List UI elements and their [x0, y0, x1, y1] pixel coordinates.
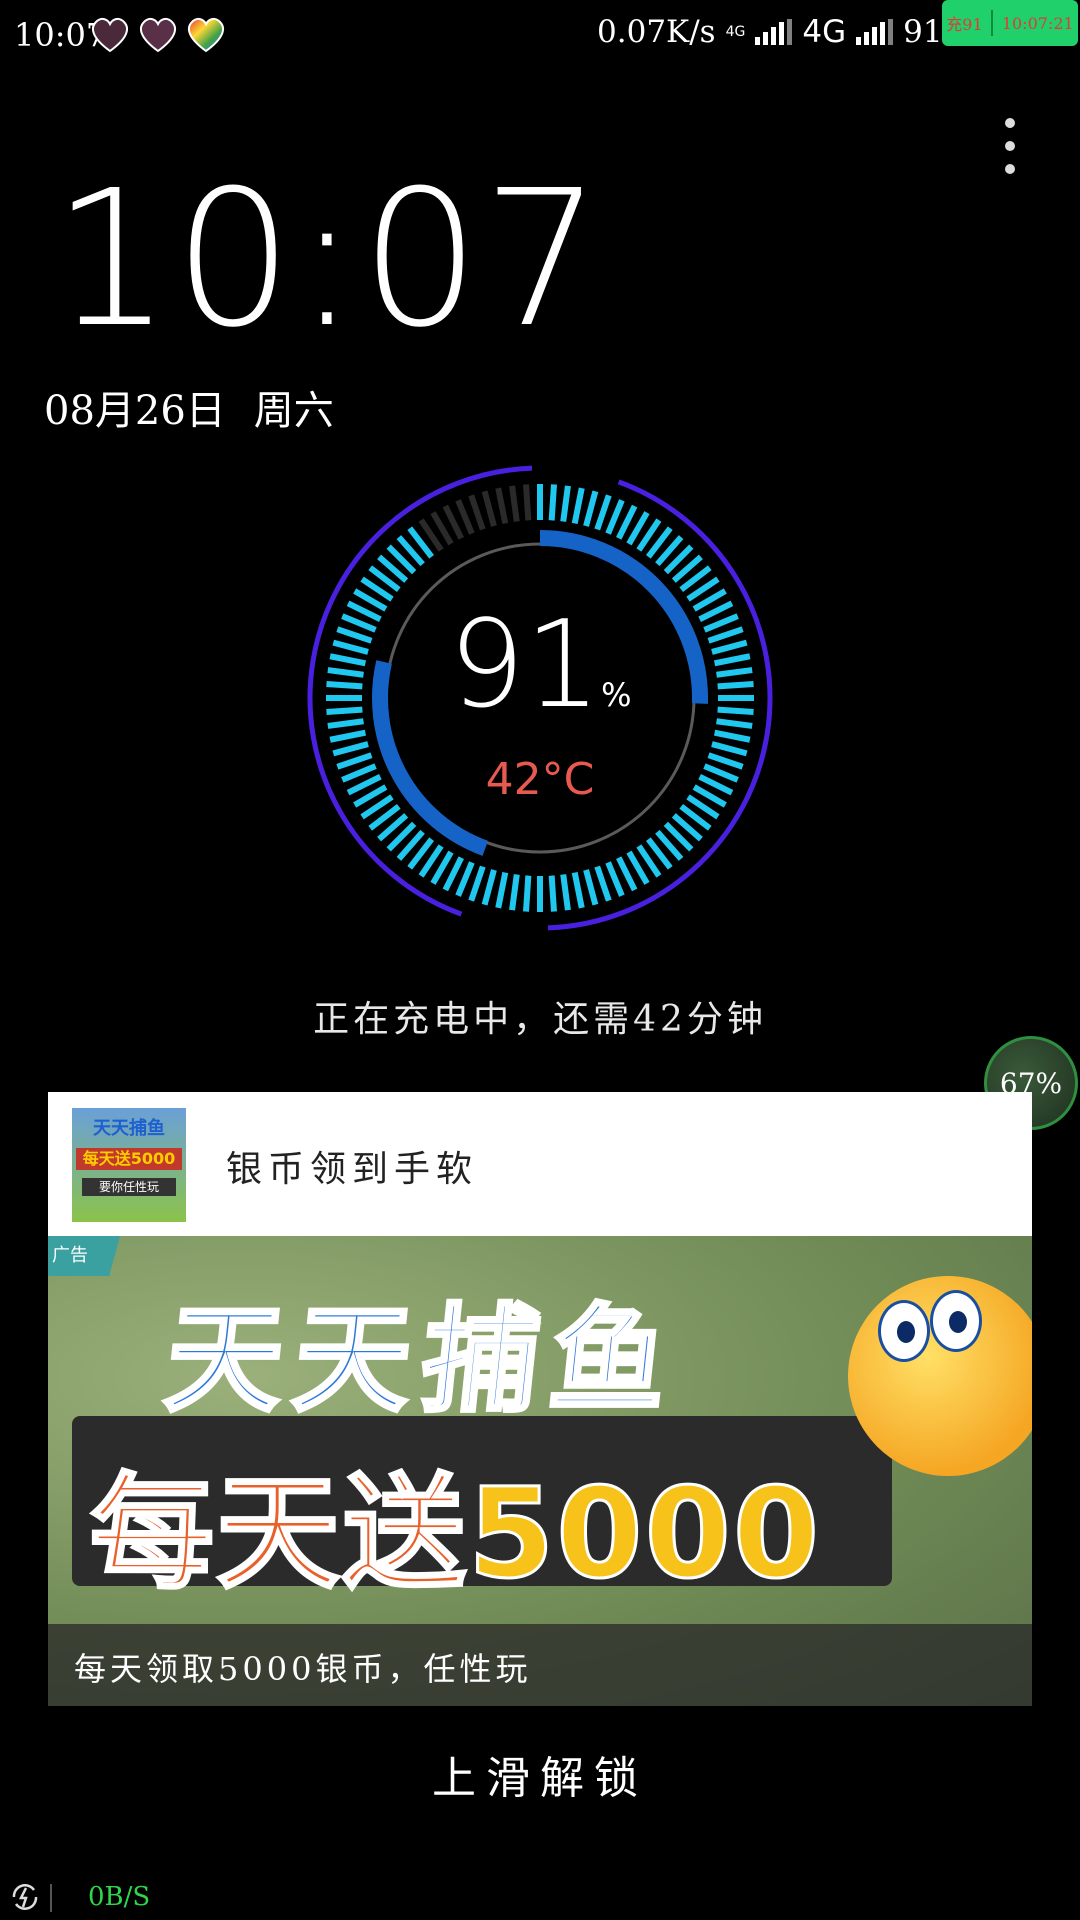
gauge-tick	[455, 861, 475, 897]
fish-mascot-icon	[848, 1276, 1032, 1476]
lock-clock: 10:07	[52, 150, 604, 369]
gauge-tick	[583, 869, 599, 906]
banner-offer: 每天送5000	[88, 1432, 822, 1612]
ad-thumbnail[interactable]: 天天捕鱼 每天送5000 要你任性玩	[72, 1108, 186, 1222]
ad-card[interactable]: 天天捕鱼 每天送5000 要你任性玩 银币领到手软 天天捕鱼 每天送5000 广…	[48, 1092, 1032, 1706]
gauge-tick	[509, 874, 520, 911]
percent-value: 91	[448, 596, 602, 735]
battery-gauge: 91% 42°C	[300, 458, 780, 938]
heart-rainbow-icon	[188, 17, 224, 53]
network-type: 4G	[802, 14, 847, 50]
more-vertical-icon[interactable]	[995, 118, 1025, 174]
gauge-tick	[523, 875, 532, 912]
heart-photo-icon	[140, 17, 176, 53]
gauge-tick	[594, 865, 612, 902]
ad-caption-bar: 每天领取5000银币，任性玩	[48, 1624, 1032, 1706]
bottom-net-speed: 0B/S	[88, 1882, 151, 1912]
gauge-tick	[468, 865, 486, 902]
overlay-charge: 充91	[946, 15, 983, 34]
gauge-tick	[583, 490, 599, 527]
gauge-tick	[548, 484, 557, 521]
gauge-tick	[571, 487, 585, 525]
bottom-bar: 0B/S	[0, 1880, 300, 1920]
gauge-tick	[455, 499, 475, 535]
banner-offer-number: 5000	[467, 1461, 822, 1608]
gauge-tick	[605, 861, 625, 897]
lock-date: 08月26日 周六	[44, 378, 334, 436]
gauge-tick	[523, 484, 532, 521]
gauge-tick	[594, 494, 612, 531]
gauge-tick	[605, 499, 625, 535]
battery-percent-large: 91%	[300, 606, 780, 755]
banner-headline: 天天捕鱼	[158, 1291, 688, 1430]
refresh-lightning-icon[interactable]	[8, 1880, 42, 1914]
gauge-tick	[509, 485, 520, 522]
floating-monitor-badge[interactable]: 充91 10:07:21	[942, 0, 1078, 46]
ad-banner[interactable]: 天天捕鱼 每天送5000 广告 每天领取5000银币，任性玩	[48, 1236, 1032, 1706]
status-bar: 10:07 0.07K/s 4G 4G 91% 充91 10:07:21	[0, 0, 1080, 76]
ad-title: 银币领到手软	[226, 1149, 479, 1190]
notification-icons	[88, 14, 228, 54]
gauge-tick	[495, 487, 509, 525]
charging-status: 正在充电中，还需42分钟	[313, 999, 767, 1040]
network-speed: 0.07K/s	[597, 14, 716, 50]
gauge-tick	[571, 871, 585, 909]
ad-caption: 每天领取5000银币，任性玩	[74, 1650, 532, 1688]
thumb-subtitle: 每天送5000	[76, 1148, 182, 1170]
thumb-tagline: 要你任性玩	[82, 1178, 176, 1196]
ad-label: 广告	[48, 1236, 120, 1276]
signal-icon	[755, 19, 793, 45]
gauge-tick	[560, 874, 571, 911]
gauge-tick	[468, 494, 486, 531]
thumb-title: 天天捕鱼	[93, 1118, 165, 1139]
battery-temperature: 42°C	[485, 754, 595, 805]
gauge-tick	[481, 490, 497, 527]
ad-header[interactable]: 天天捕鱼 每天送5000 要你任性玩 银币领到手软	[48, 1092, 1032, 1236]
weekday-text: 周六	[253, 388, 334, 434]
gauge-tick	[560, 485, 571, 522]
bottom-divider	[50, 1884, 52, 1912]
network-type-small: 4G	[725, 24, 746, 40]
overlay-time: 10:07:21	[1001, 13, 1074, 33]
gauge-tick	[495, 871, 509, 909]
overlay-divider	[991, 10, 994, 36]
banner-offer-prefix: 每天送	[88, 1461, 469, 1608]
date-text: 08月26日	[44, 388, 226, 434]
signal-icon	[856, 19, 894, 45]
percent-sign: %	[601, 676, 632, 714]
gauge-tick	[548, 875, 557, 912]
heart-photo-icon	[92, 17, 128, 53]
gauge-tick	[481, 869, 497, 906]
swipe-unlock-hint[interactable]: 上滑解锁	[0, 1742, 1080, 1806]
